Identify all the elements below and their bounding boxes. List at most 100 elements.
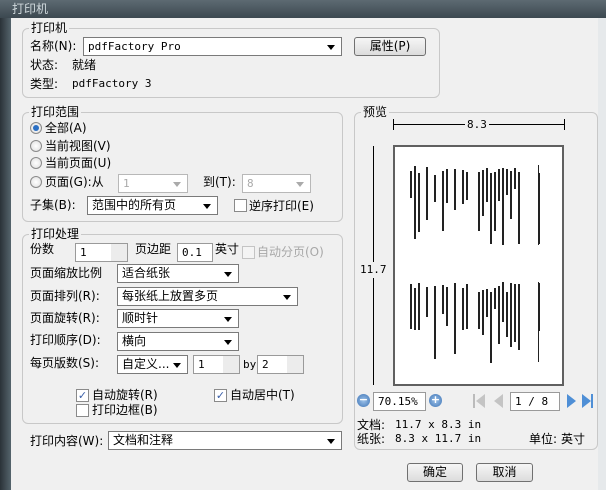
copies-spinner[interactable]: [111, 244, 127, 261]
preview-text-line: [490, 172, 492, 245]
preview-text-line: [514, 283, 516, 343]
preview-text-line: [486, 167, 488, 202]
per-sheet-cols-input[interactable]: 1: [193, 355, 240, 374]
preview-rule: [538, 282, 539, 362]
dim-tick: [393, 119, 394, 130]
scaling-select[interactable]: 适合纸张: [117, 264, 239, 283]
prev-page-icon[interactable]: [494, 394, 503, 408]
preview-text-line: [446, 287, 448, 326]
rotation-label: 页面旋转(R):: [30, 311, 100, 325]
chevron-down-icon: [203, 204, 211, 209]
preview-text-line: [454, 282, 456, 354]
rotation-select[interactable]: 顺时针: [117, 309, 239, 328]
margin-unit: 英寸: [215, 242, 240, 256]
page-to-value: 8: [247, 177, 254, 190]
unit-value: 英寸: [561, 432, 586, 446]
print-border-checkbox[interactable]: [76, 404, 89, 417]
print-content-value: 文档和注释: [113, 433, 174, 447]
by-label: by: [243, 358, 257, 371]
first-page-arrow[interactable]: [476, 394, 485, 408]
radio-pages-label[interactable]: 页面(G):从: [45, 174, 104, 190]
radio-current-page[interactable]: [30, 157, 42, 169]
width-dimension: 8.3: [465, 117, 489, 133]
last-page-icon[interactable]: [582, 394, 591, 408]
first-page-icon[interactable]: [473, 394, 475, 408]
type-label: 类型:: [30, 77, 59, 91]
copies-input[interactable]: 1: [75, 243, 128, 262]
page-input[interactable]: 1 / 8: [510, 392, 560, 411]
arrangement-select[interactable]: 每张纸上放置多页: [117, 287, 298, 306]
preview-text-line: [482, 169, 484, 217]
margin-input[interactable]: 0.1: [177, 243, 213, 262]
page-from-select[interactable]: 1: [118, 174, 188, 193]
zoom-out-icon[interactable]: −: [357, 394, 370, 407]
print-content-select[interactable]: 文档和注释: [108, 431, 342, 450]
auto-rotate-label[interactable]: 自动旋转(R): [92, 387, 158, 403]
preview-page: [393, 145, 564, 386]
auto-center-checkbox[interactable]: ✓: [214, 389, 227, 402]
preview-text-line: [466, 284, 468, 329]
arrangement-label: 页面排列(R):: [30, 289, 100, 303]
per-sheet-rows-input[interactable]: 2: [257, 355, 304, 374]
status-label: 状态:: [30, 58, 59, 72]
preview-text-line: [410, 284, 412, 329]
preview-text-line: [518, 171, 520, 244]
preview-text-line: [498, 285, 500, 344]
chevron-down-icon: [327, 45, 335, 50]
radio-current-page-label[interactable]: 当前页面(U): [45, 155, 111, 171]
preview-text-line: [510, 283, 512, 347]
cols-spinner[interactable]: [223, 356, 239, 373]
page-to-select[interactable]: 8: [242, 174, 311, 193]
preview-text-line: [466, 171, 468, 200]
rotation-value: 顺时针: [122, 311, 159, 325]
last-page-bar[interactable]: [591, 394, 593, 408]
preview-text-line: [498, 168, 500, 202]
auto-paginate-checkbox[interactable]: [242, 246, 255, 259]
chevron-down-icon: [224, 317, 232, 322]
type-value: pdfFactory 3: [72, 77, 152, 90]
preview-text-line: [426, 286, 428, 317]
radio-current-view-label[interactable]: 当前视图(V): [45, 138, 111, 154]
printer-name-value: pdfFactory Pro: [88, 40, 181, 53]
print-border-label[interactable]: 打印边框(B): [92, 402, 158, 418]
preview-text-line: [454, 168, 456, 210]
auto-paginate-label[interactable]: 自动分页(O): [257, 244, 324, 260]
radio-all[interactable]: [30, 122, 42, 134]
ok-button[interactable]: 确定: [407, 463, 463, 482]
chevron-down-icon: [296, 182, 304, 187]
preview-text-line: [442, 284, 444, 315]
preview-text-line: [418, 172, 420, 233]
preview-text-line: [414, 165, 416, 239]
printer-name-select[interactable]: pdfFactory Pro: [83, 37, 342, 56]
preview-text-line: [462, 288, 464, 331]
radio-pages[interactable]: [30, 176, 42, 188]
subset-select[interactable]: 范围中的所有页: [87, 196, 218, 215]
preview-text-line: [426, 166, 428, 221]
zoom-in-icon[interactable]: +: [429, 394, 442, 407]
auto-rotate-checkbox[interactable]: ✓: [76, 389, 89, 402]
preview-text-line: [410, 170, 412, 198]
order-select[interactable]: 横向: [117, 332, 239, 351]
status-value: 就绪: [72, 58, 97, 72]
dim-tick: [564, 119, 565, 130]
reverse-checkbox[interactable]: [234, 199, 247, 212]
height-dimension: 11.7: [360, 262, 387, 278]
radio-current-view[interactable]: [30, 140, 42, 152]
subset-value: 范围中的所有页: [92, 198, 177, 212]
title-bar: 打印机: [0, 0, 606, 18]
order-value: 横向: [122, 334, 147, 348]
cancel-button[interactable]: 取消: [476, 463, 533, 482]
rows-spinner[interactable]: [287, 356, 303, 373]
properties-button[interactable]: 属性(P): [354, 37, 426, 56]
next-page-icon[interactable]: [567, 394, 576, 408]
print-handling-label: 打印处理: [29, 226, 82, 242]
preview-text-line: [442, 170, 444, 231]
unit-label: 单位:: [529, 432, 558, 446]
zoom-input[interactable]: 70.15%: [373, 392, 426, 411]
window-title: 打印机: [12, 2, 49, 16]
reverse-label[interactable]: 逆序打印(E): [249, 198, 314, 214]
auto-center-label[interactable]: 自动居中(T): [230, 387, 295, 403]
radio-all-label[interactable]: 全部(A): [45, 120, 87, 136]
per-sheet-select[interactable]: 自定义...: [117, 355, 188, 374]
copies-value: 1: [80, 246, 87, 259]
